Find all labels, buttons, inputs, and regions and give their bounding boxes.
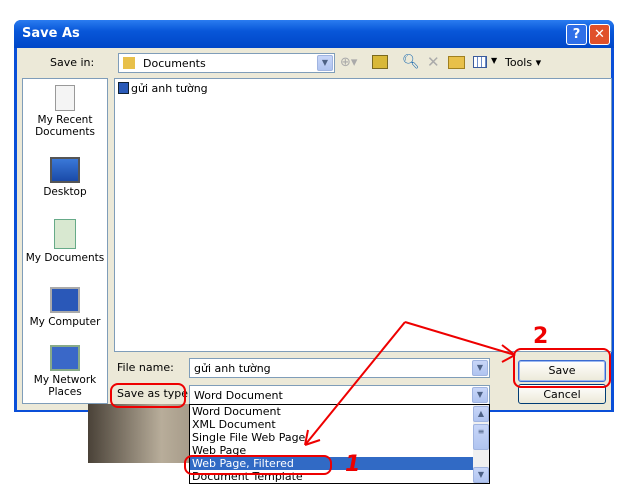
arrow-to-filtered	[304, 321, 406, 446]
annotation-arrows	[304, 321, 516, 446]
arrow-to-save	[404, 321, 516, 363]
